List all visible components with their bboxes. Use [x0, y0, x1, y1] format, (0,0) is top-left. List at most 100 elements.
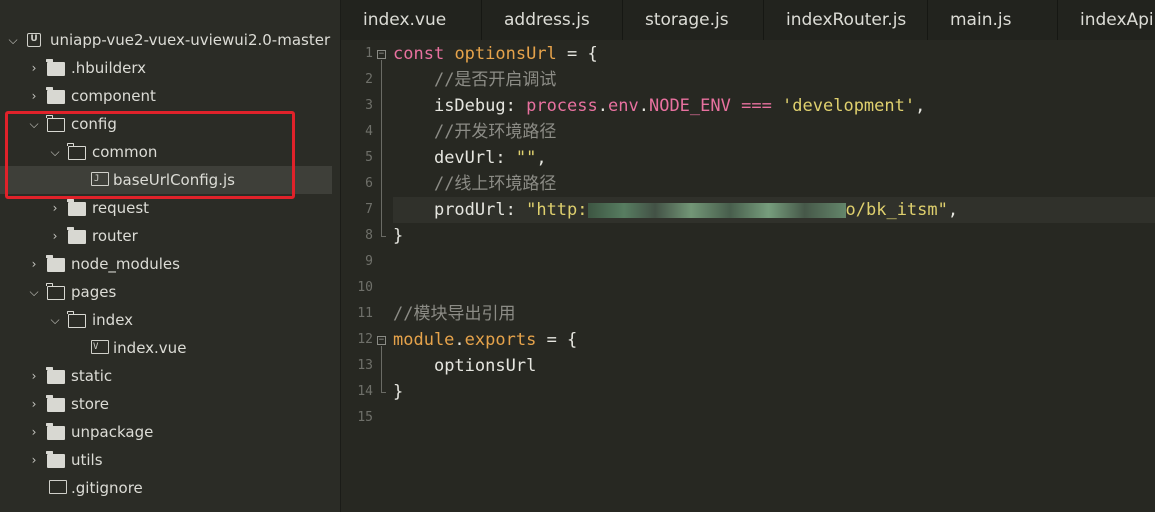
line-number: 4 [365, 124, 373, 139]
chevron-right-icon[interactable]: › [27, 446, 41, 474]
code-line-4: //开发环境路径 [393, 119, 556, 145]
identifier: process [526, 96, 598, 116]
chevron-right-icon[interactable]: › [27, 418, 41, 446]
chevron-right-icon[interactable]: › [27, 82, 41, 110]
editor-tab-bar: index.vue address.js storage.js indexRou… [341, 0, 1155, 41]
tree-item-label: pages [71, 283, 117, 301]
tree-item-component[interactable]: › component [0, 82, 340, 110]
identifier: exports [464, 330, 537, 350]
chevron-right-icon[interactable]: › [27, 54, 41, 82]
folder-open-icon [67, 311, 86, 328]
line-number: 6 [365, 176, 373, 191]
tree-item-label: store [71, 395, 109, 413]
folder-icon [46, 255, 65, 272]
code-text: , [947, 200, 959, 220]
tab-indexapi-js[interactable]: indexApi.js [1058, 0, 1155, 40]
tree-item-index-folder[interactable]: ⌵ index [0, 306, 340, 334]
tree-item-label: unpackage [71, 423, 154, 441]
property: isDebug [433, 96, 506, 116]
chevron-right-icon[interactable]: › [27, 250, 41, 278]
property: prodUrl [433, 200, 506, 220]
tree-item-unpackage[interactable]: › unpackage [0, 418, 340, 446]
project-icon: U [27, 33, 41, 47]
code-line-12: module.exports = { [393, 327, 577, 353]
fold-collapse-icon[interactable]: − [377, 50, 386, 59]
tree-item-label: index.vue [113, 339, 187, 357]
tree-item-label: .gitignore [71, 479, 143, 497]
code-text: . [454, 330, 465, 350]
chevron-down-icon[interactable]: ⌵ [6, 26, 20, 54]
tree-item-gitignore[interactable]: .gitignore [0, 474, 340, 502]
code-line-8: } [393, 223, 403, 249]
fold-guide [381, 60, 382, 236]
string: 'development' [782, 96, 916, 116]
tree-item-store[interactable]: › store [0, 390, 340, 418]
code-text: : [505, 96, 527, 116]
tree-item-index-vue[interactable]: V index.vue [0, 334, 340, 362]
property: devUrl [433, 148, 496, 168]
comment: //模块导出引用 [393, 304, 516, 324]
tree-item-label: utils [71, 451, 103, 469]
line-number: 3 [365, 98, 373, 113]
file-icon [49, 480, 67, 494]
code-text: , [915, 96, 926, 116]
tree-item-node-modules[interactable]: › node_modules [0, 250, 340, 278]
tab-main-js[interactable]: main.js [928, 0, 1058, 40]
line-number: 10 [357, 280, 373, 295]
code-line-3: isDebug: process.env.NODE_ENV === 'devel… [393, 93, 925, 119]
string: "" [515, 148, 537, 168]
folder-open-icon [46, 283, 65, 300]
folder-icon [67, 199, 86, 216]
code-line-13: optionsUrl [393, 353, 536, 379]
code-editor[interactable]: 1 2 3 4 5 6 7 8 9 10 11 12 13 14 15 − − … [341, 40, 1155, 512]
chevron-right-icon[interactable]: › [27, 390, 41, 418]
comment: //开发环境路径 [433, 122, 557, 142]
folder-icon [46, 423, 65, 440]
tree-item-static[interactable]: › static [0, 362, 340, 390]
tab-address-js[interactable]: address.js [482, 0, 623, 40]
code-line-11: //模块导出引用 [393, 301, 515, 327]
tree-item-project-root[interactable]: ⌵ U uniapp-vue2-vuex-uviewui2.0-master [0, 26, 340, 54]
line-number: 9 [365, 254, 373, 269]
code-text: optionsUrl [433, 356, 537, 376]
tab-indexrouter-js[interactable]: indexRouter.js [764, 0, 928, 40]
chevron-right-icon[interactable]: › [27, 362, 41, 390]
tab-index-vue[interactable]: index.vue [341, 0, 482, 40]
tree-item-router[interactable]: › router [0, 222, 340, 250]
line-number: 12 [357, 332, 373, 347]
tree-item-utils[interactable]: › utils [0, 446, 340, 474]
hbuilderx-window: ⌵ U uniapp-vue2-vuex-uviewui2.0-master ›… [0, 0, 1155, 512]
tree-item-label: component [71, 87, 156, 105]
folder-icon [46, 451, 65, 468]
chevron-right-icon[interactable]: › [48, 222, 62, 250]
code-text: : [505, 200, 527, 220]
code-line-1: const optionsUrl = { [393, 41, 598, 67]
tree-item-label: .hbuilderx [71, 59, 147, 77]
code-text: , [536, 148, 547, 168]
annotation-highlight-box [5, 111, 295, 199]
identifier: NODE_ENV [648, 96, 731, 116]
string: "http: [526, 200, 588, 220]
file-tree: ⌵ U uniapp-vue2-vuex-uviewui2.0-master ›… [0, 26, 340, 502]
tree-item-label: static [71, 367, 113, 385]
tree-item-hbuilderx[interactable]: › .hbuilderx [0, 54, 340, 82]
fold-guide-end [381, 236, 386, 237]
code-line-6: //线上环境路径 [393, 171, 556, 197]
line-number: 15 [357, 410, 373, 425]
tree-item-pages[interactable]: ⌵ pages [0, 278, 340, 306]
folder-icon [46, 59, 65, 76]
folder-icon [46, 395, 65, 412]
fold-collapse-icon[interactable]: − [377, 336, 386, 345]
code-text: = { [536, 330, 578, 350]
code-text: . [597, 96, 608, 116]
tab-storage-js[interactable]: storage.js [623, 0, 764, 40]
code-line-2: //是否开启调试 [393, 67, 556, 93]
chevron-down-icon[interactable]: ⌵ [27, 278, 41, 306]
chevron-down-icon[interactable]: ⌵ [48, 306, 62, 334]
line-number: 2 [365, 72, 373, 87]
folder-icon [46, 367, 65, 384]
redacted-url-blur [587, 202, 846, 218]
tree-item-label: index [92, 311, 134, 329]
tree-item-label: node_modules [71, 255, 180, 273]
line-number: 5 [365, 150, 373, 165]
